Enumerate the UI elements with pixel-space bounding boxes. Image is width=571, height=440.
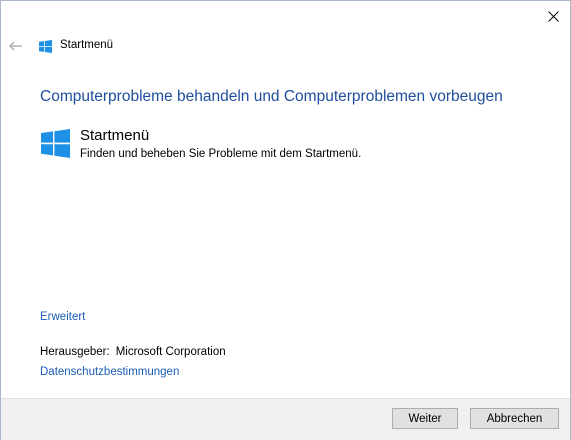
page-heading: Computerprobleme behandeln und Computerp… <box>40 88 503 105</box>
windows-logo-icon <box>41 129 70 158</box>
item-description: Finden und beheben Sie Probleme mit dem … <box>80 148 362 160</box>
privacy-link[interactable]: Datenschutzbestimmungen <box>40 366 179 378</box>
next-button[interactable]: Weiter <box>392 408 458 429</box>
publisher-label: Herausgeber: <box>40 346 110 358</box>
close-button[interactable] <box>540 3 566 29</box>
item-title: Startmenü <box>80 127 150 144</box>
back-button[interactable] <box>7 37 25 55</box>
publisher-value: Microsoft Corporation <box>115 346 226 358</box>
back-arrow-icon <box>9 41 22 51</box>
title-bar <box>1 1 570 31</box>
close-icon <box>547 10 559 22</box>
windows-logo-icon <box>39 40 52 53</box>
window-title: Startmenü <box>60 39 114 51</box>
advanced-link[interactable]: Erweitert <box>40 311 85 323</box>
troubleshooter-item: Startmenü Finden und beheben Sie Problem… <box>40 127 520 168</box>
troubleshooter-window: Startmenü Computerprobleme behandeln und… <box>0 0 571 440</box>
cancel-button[interactable]: Abbrechen <box>470 408 559 429</box>
footer-bar: Weiter Abbrechen <box>1 398 570 440</box>
publisher-info: Herausgeber: Microsoft Corporation <box>40 346 226 358</box>
